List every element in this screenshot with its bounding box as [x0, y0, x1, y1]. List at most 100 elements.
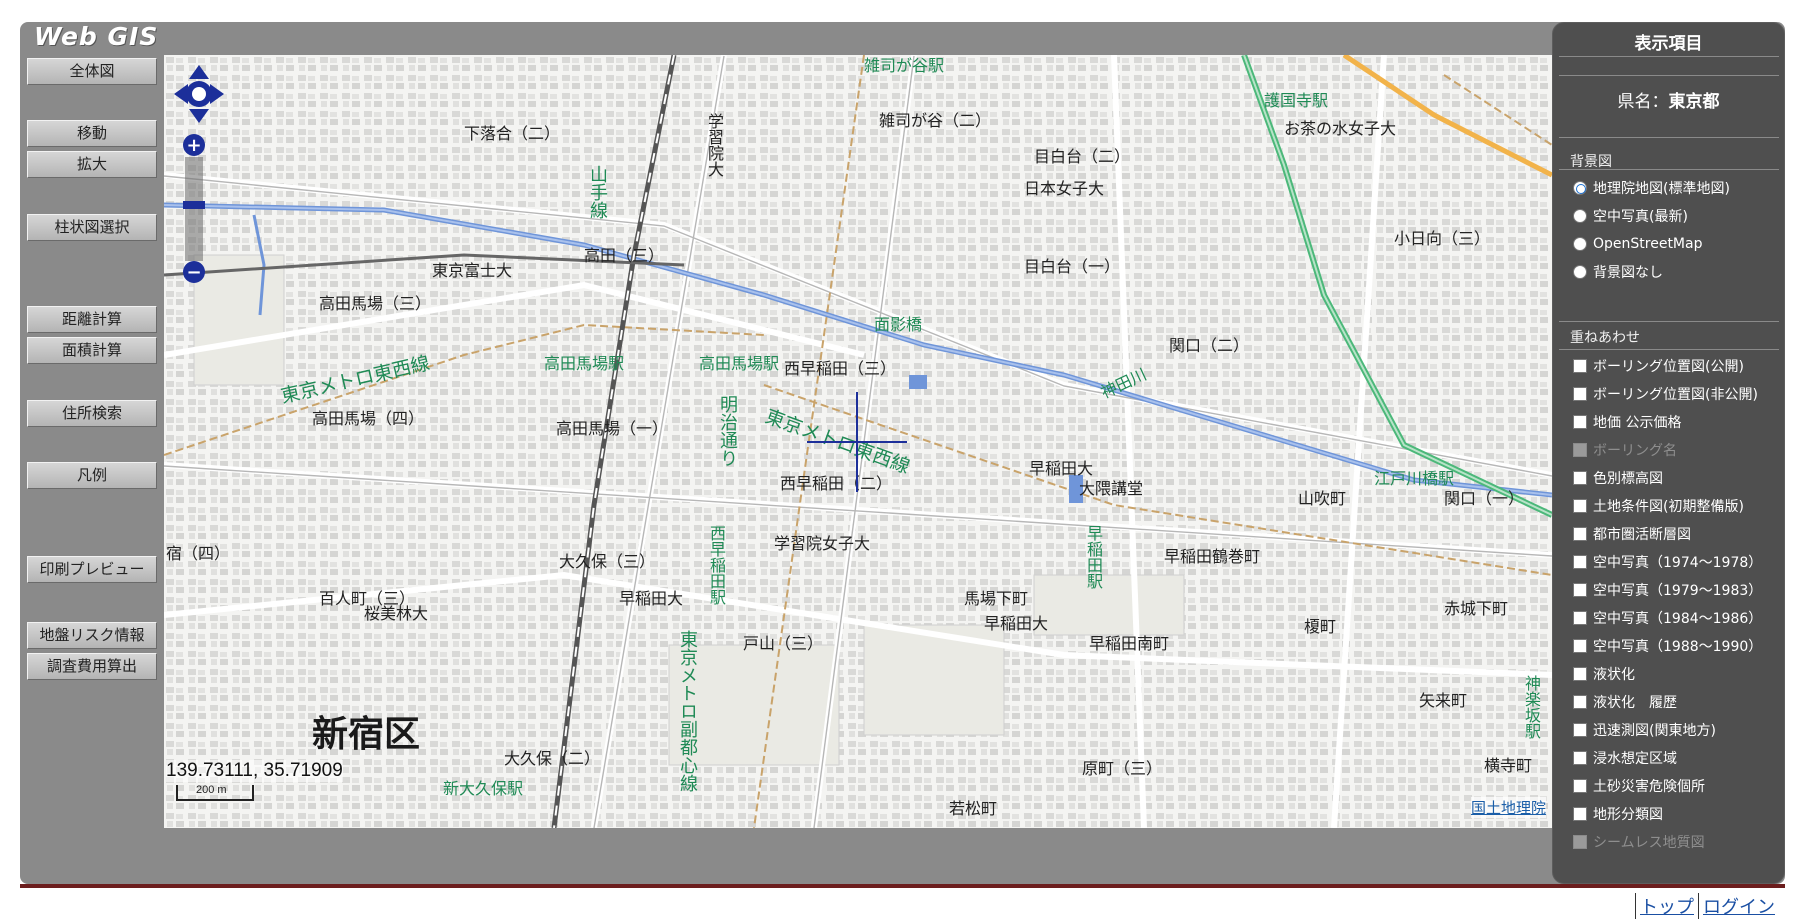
map-label-zoshigaya-station: 雑司が谷駅	[864, 56, 945, 75]
overlay-active-fault[interactable]: 都市圏活断層図	[1573, 524, 1691, 544]
overlay-jinsoku-map[interactable]: 迅速測図(関東地方)	[1573, 720, 1716, 740]
map-label-mejirodai-1: 目白台（一）	[1024, 257, 1121, 276]
radio-icon[interactable]	[1573, 237, 1587, 251]
overlay-liquefaction[interactable]: 液状化	[1573, 664, 1635, 684]
ground-risk-button[interactable]: 地盤リスク情報	[27, 622, 157, 649]
map-label-waseda-univ: 早稲田大	[619, 589, 684, 608]
map-label-toyama-3: 戸山（三）	[743, 634, 824, 653]
checkbox-icon	[1573, 835, 1587, 849]
map-label-zoshigaya-2: 雑司が谷（二）	[879, 111, 992, 130]
radio-icon[interactable]	[1573, 265, 1587, 279]
pan-zoom-icon: + −	[174, 65, 224, 283]
option-label: 浸水想定区域	[1593, 751, 1677, 767]
panel-divider	[1559, 56, 1779, 57]
pan-up-icon[interactable]	[189, 65, 209, 79]
footer-links: トップ ログイン	[1635, 893, 1779, 919]
checkbox-icon[interactable]	[1573, 359, 1587, 373]
map-label-shinjuku-ku: 新宿区	[312, 714, 421, 755]
map-label-waseda-minamicho: 早稲田南町	[1089, 634, 1170, 653]
map-label-meiji-dori: 明治通り	[717, 395, 738, 467]
overlay-boring-private[interactable]: ボーリング位置図(非公開)	[1573, 384, 1758, 404]
checkbox-icon[interactable]	[1573, 611, 1587, 625]
map-label-edogawabashi-station: 江戸川橋駅	[1374, 469, 1455, 488]
zoom-button[interactable]: 拡大	[27, 151, 157, 178]
attribution-link[interactable]: 国土地理院	[1470, 797, 1546, 818]
map-label-yamabukicho: 山吹町	[1298, 489, 1347, 508]
checkbox-icon[interactable]	[1573, 695, 1587, 709]
checkbox-icon[interactable]	[1573, 499, 1587, 513]
checkbox-icon[interactable]	[1573, 415, 1587, 429]
pan-right-icon[interactable]	[210, 84, 224, 104]
pan-down-icon[interactable]	[189, 109, 209, 123]
map-label-yamanote-line: 山手線	[587, 165, 608, 219]
map-label-waseda-station: 早稲田駅	[1084, 525, 1103, 589]
checkbox-icon[interactable]	[1573, 723, 1587, 737]
map-label-ochanomizu-univ: お茶の水女子大	[1284, 119, 1397, 138]
overlay-aerial-1979[interactable]: 空中写真（1979～1983）	[1573, 580, 1762, 600]
login-link[interactable]: ログイン	[1698, 893, 1779, 919]
overlay-boring-public[interactable]: ボーリング位置図(公開)	[1573, 356, 1744, 376]
option-label: 迅速測図(関東地方)	[1593, 723, 1716, 739]
overlay-land-condition[interactable]: 土地条件図(初期整備版)	[1573, 496, 1744, 516]
map-label-takadanobaba-station: 高田馬場駅	[544, 354, 625, 373]
map-label-takadanobaba-3: 高田馬場（三）	[319, 294, 432, 313]
overlay-landslide-hazard[interactable]: 土砂災害危険個所	[1573, 776, 1705, 796]
address-search-button[interactable]: 住所検索	[27, 400, 157, 427]
background-option-openstreetmap[interactable]: OpenStreetMap	[1573, 234, 1702, 254]
radio-icon[interactable]	[1573, 209, 1587, 223]
overlay-flood-area[interactable]: 浸水想定区域	[1573, 748, 1677, 768]
overlay-elevation-color[interactable]: 色別標高図	[1573, 468, 1663, 488]
move-button[interactable]: 移動	[27, 120, 157, 147]
legend-button[interactable]: 凡例	[27, 462, 157, 489]
overlay-aerial-1974[interactable]: 空中写真（1974～1978）	[1573, 552, 1762, 572]
checkbox-icon[interactable]	[1573, 527, 1587, 541]
coordinate-readout: 139.73111, 35.71909	[166, 760, 343, 782]
option-label: ボーリング位置図(非公開)	[1593, 387, 1758, 403]
radio-selected-icon[interactable]	[1573, 181, 1587, 195]
checkbox-icon[interactable]	[1573, 387, 1587, 401]
panel-divider	[1559, 137, 1779, 138]
top-link[interactable]: トップ	[1635, 893, 1698, 919]
checkbox-icon[interactable]	[1573, 583, 1587, 597]
overlay-aerial-1984[interactable]: 空中写真（1984～1986）	[1573, 608, 1762, 628]
checkbox-icon	[1573, 443, 1587, 457]
checkbox-icon[interactable]	[1573, 667, 1587, 681]
background-option-none[interactable]: 背景図なし	[1573, 262, 1663, 282]
distance-button[interactable]: 距離計算	[27, 306, 157, 333]
zoom-out-icon[interactable]: −	[183, 261, 205, 283]
map-label-omokage-bashi: 面影橋	[874, 315, 923, 334]
checkbox-icon[interactable]	[1573, 779, 1587, 793]
overlay-aerial-1988[interactable]: 空中写真（1988～1990）	[1573, 636, 1762, 656]
checkbox-icon[interactable]	[1573, 807, 1587, 821]
map-label-shin-okubo-station: 新大久保駅	[443, 779, 524, 798]
map-view[interactable]: 新宿区 高田馬場駅 高田馬場駅 東京メトロ東西線 東京メトロ東西線 山手線 明治…	[164, 55, 1552, 828]
checkbox-icon[interactable]	[1573, 639, 1587, 653]
zoom-in-icon[interactable]: +	[183, 134, 205, 156]
overlay-liquefaction-history[interactable]: 液状化 履歴	[1573, 692, 1677, 712]
prefecture-display: 県名：東京都	[1553, 87, 1784, 112]
option-label: 地価 公示価格	[1593, 415, 1682, 431]
option-label: 空中写真（1984～1986）	[1593, 611, 1763, 627]
background-option-aerial-latest[interactable]: 空中写真(最新)	[1573, 206, 1688, 226]
option-label: シームレス地質図	[1593, 835, 1705, 851]
map-label-akagishitamachi: 赤城下町	[1444, 599, 1509, 618]
checkbox-icon[interactable]	[1573, 751, 1587, 765]
background-option-gsi-standard[interactable]: 地理院地図(標準地図)	[1573, 178, 1730, 198]
map-label-shimoochiai-2: 下落合（二）	[464, 124, 561, 143]
zoom-slider-handle[interactable]	[183, 201, 205, 209]
survey-cost-button[interactable]: 調査費用算出	[27, 653, 157, 680]
background-section-label: 背景図	[1570, 154, 1612, 170]
map-label-nishi-waseda-station: 西早稲田駅	[707, 525, 726, 605]
column-select-button[interactable]: 柱状図選択	[27, 214, 157, 241]
map-label-kagurazaka-station: 神楽坂駅	[1522, 675, 1541, 739]
checkbox-icon[interactable]	[1573, 555, 1587, 569]
overlay-land-price[interactable]: 地価 公示価格	[1573, 412, 1681, 432]
map-label-gokokuji-station: 護国寺駅	[1264, 91, 1329, 110]
overlay-landform-classification[interactable]: 地形分類図	[1573, 804, 1663, 824]
map-label-okubo-3: 大久保（三）	[559, 552, 656, 571]
pan-left-icon[interactable]	[174, 84, 188, 104]
area-button[interactable]: 面積計算	[27, 337, 157, 364]
print-preview-button[interactable]: 印刷プレビュー	[27, 556, 157, 583]
overview-button[interactable]: 全体図	[27, 58, 157, 85]
checkbox-icon[interactable]	[1573, 471, 1587, 485]
